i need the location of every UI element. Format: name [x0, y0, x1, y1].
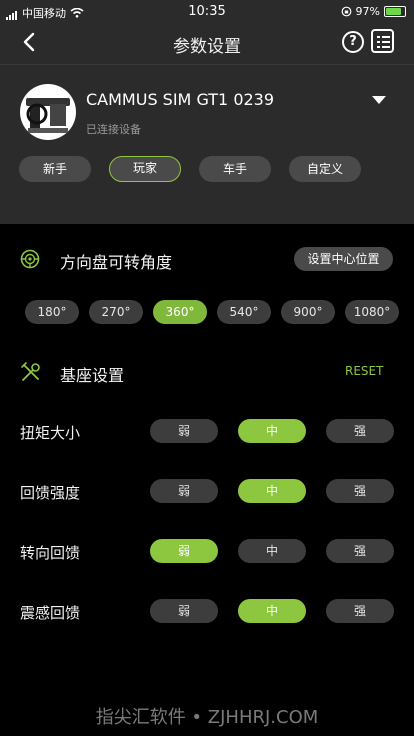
watermark: 指尖汇软件 • ZJHHRJ.COM [95, 707, 319, 728]
steering-feedback-medium-button[interactable]: 中 [238, 539, 306, 563]
steering-wheel-icon [20, 249, 40, 269]
torque-strong-button[interactable]: 强 [326, 419, 394, 443]
device-dropdown-icon[interactable] [372, 96, 386, 104]
angle-1080-button[interactable]: 1080° [345, 300, 399, 324]
feedback-strength-weak-button[interactable]: 弱 [150, 479, 218, 503]
torque-medium-button[interactable]: 中 [238, 419, 306, 443]
angle-180-button[interactable]: 180° [25, 300, 79, 324]
angle-360-button[interactable]: 360° [153, 300, 207, 324]
nav-bar: 参数设置 ? [0, 24, 414, 64]
vibration-feedback-strong-button[interactable]: 强 [326, 599, 394, 623]
vibration-feedback-weak-button[interactable]: 弱 [150, 599, 218, 623]
base-settings-title: 基座设置 [60, 366, 125, 385]
battery-icon [384, 6, 406, 17]
torque-weak-button[interactable]: 弱 [150, 419, 218, 443]
feedback-strength-strong-button[interactable]: 强 [326, 479, 394, 503]
device-status: 已连接设备 [86, 123, 141, 136]
mode-driver-button[interactable]: 车手 [199, 156, 271, 182]
list-menu-icon[interactable] [371, 29, 394, 53]
steering-feedback-strong-button[interactable]: 强 [326, 539, 394, 563]
torque-label: 扭矩大小 [20, 424, 81, 442]
angle-270-button[interactable]: 270° [89, 300, 143, 324]
vibration-feedback-medium-button[interactable]: 中 [238, 599, 306, 623]
battery-percent: 97% [355, 5, 380, 18]
device-avatar [20, 84, 76, 140]
mode-player-button[interactable]: 玩家 [109, 156, 181, 182]
mode-novice-button[interactable]: 新手 [19, 156, 91, 182]
help-icon[interactable]: ? [342, 31, 364, 53]
angle-900-button[interactable]: 900° [281, 300, 335, 324]
feedback-strength-medium-button[interactable]: 中 [238, 479, 306, 503]
angle-540-button[interactable]: 540° [217, 300, 271, 324]
reset-button[interactable]: RESET [345, 364, 383, 378]
orientation-lock-icon [341, 6, 351, 17]
status-bar: 中国移动 10:35 97% [0, 0, 414, 24]
mode-custom-button[interactable]: 自定义 [289, 156, 361, 182]
wheel-base-icon [26, 98, 70, 133]
set-center-button[interactable]: 设置中心位置 [294, 247, 393, 271]
feedback-strength-label: 回馈强度 [20, 484, 81, 502]
steering-feedback-weak-button[interactable]: 弱 [150, 539, 218, 563]
tools-icon [21, 362, 40, 381]
steering-feedback-label: 转向回馈 [20, 544, 81, 562]
steering-angle-title: 方向盘可转角度 [60, 253, 173, 272]
header-divider [0, 64, 414, 65]
device-name: CAMMUS SIM GT1 0239 [86, 90, 275, 109]
vibration-feedback-label: 震感回馈 [20, 604, 81, 622]
